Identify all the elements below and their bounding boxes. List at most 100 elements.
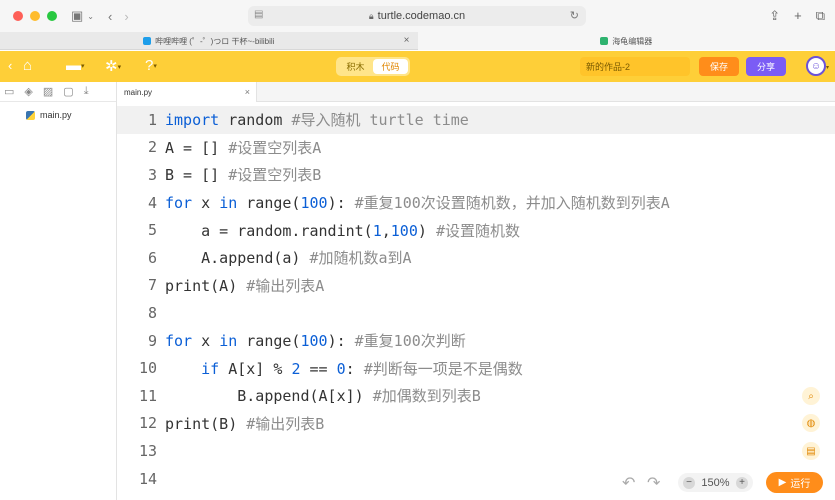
code-line[interactable]: 6 A.append(a) #加随机数a到A: [117, 244, 835, 272]
code-token: if: [201, 359, 220, 378]
palette-icon[interactable]: ◍: [802, 414, 820, 432]
code-line[interactable]: 8: [117, 299, 835, 327]
code-token: 1: [372, 221, 382, 240]
new-tab-icon[interactable]: +: [794, 8, 802, 24]
app-header: ‹ ⌂ ▬▾ ✲▾ ?▾ 积木 代码 新的作品-2 保存 分享 ☺ ▾: [0, 51, 835, 82]
code-text: A.append(a) #加随机数a到A: [165, 247, 412, 268]
line-number: 7: [147, 276, 157, 295]
line-number: 10: [138, 359, 157, 378]
redo-icon[interactable]: ↷: [647, 473, 660, 493]
file-name: main.py: [40, 110, 72, 120]
code-line[interactable]: 1 import random #导入随机 turtle time: [117, 106, 835, 134]
avatar[interactable]: ☺: [806, 56, 826, 76]
file-sidebar: ▭ ◈ ▨ ▢ ⤓ main.py: [0, 82, 117, 500]
browser-tab-bilibili[interactable]: 哔哩哔哩 (゜-゜)つロ 干杯~-bilibili ×: [0, 32, 418, 50]
reload-icon[interactable]: ↻: [570, 9, 579, 22]
save-button[interactable]: 保存: [699, 57, 739, 76]
code-line[interactable]: 7 print(A) #输出列表A: [117, 272, 835, 300]
browser-right-tools: ⇪ + ⧉: [769, 8, 825, 24]
search-icon[interactable]: ⌕: [802, 387, 820, 405]
line-number: 14: [138, 469, 157, 488]
image-asset-icon[interactable]: ▨: [43, 85, 53, 98]
close-window-button[interactable]: [13, 11, 23, 21]
file-item-main-py[interactable]: main.py: [0, 110, 116, 120]
line-number: 4: [147, 193, 157, 212]
folder-icon[interactable]: ▬▾: [66, 57, 85, 74]
code-line[interactable]: 9 for x in range(100): #重复100次判断: [117, 327, 835, 355]
browser-tabbar: 哔哩哔哩 (゜-゜)つロ 干杯~-bilibili × 海龟编辑器: [0, 32, 835, 50]
zoom-control: − 150% +: [678, 473, 753, 492]
run-button[interactable]: ▶ 运行: [766, 472, 823, 493]
editor-tab-label: main.py: [124, 87, 153, 97]
zoom-in-button[interactable]: +: [735, 476, 748, 489]
play-icon: ▶: [778, 477, 787, 488]
code-line[interactable]: 4 for x in range(100): #重复100次设置随机数，并加入随机…: [117, 189, 835, 217]
code-line[interactable]: 11 B.append(A[x]) #加偶数到列表B: [117, 382, 835, 410]
forward-arrow-icon[interactable]: ›: [124, 9, 128, 24]
code-token: #加随机数a到A: [309, 249, 412, 268]
share-icon[interactable]: ⇪: [769, 8, 780, 24]
code-token: A.append(a): [165, 249, 310, 268]
home-icon[interactable]: ⌂: [23, 57, 32, 74]
code-token: #导入随机 turtle time: [291, 111, 469, 130]
code-token: #输出列表B: [246, 414, 325, 433]
reader-icon[interactable]: ▤: [254, 9, 263, 20]
tab-title: 哔哩哔哩 (゜-゜)つロ 干杯~-bilibili: [155, 36, 275, 46]
code-line[interactable]: 3 B = [] #设置空列表B: [117, 161, 835, 189]
tab-blocks[interactable]: 积木: [338, 59, 373, 74]
sidebar-toggle-icon[interactable]: ▣: [71, 8, 83, 24]
zoom-out-button[interactable]: −: [683, 476, 695, 489]
line-number: 8: [147, 303, 157, 322]
code-line[interactable]: 12 print(B) #输出列表B: [117, 410, 835, 438]
code-line[interactable]: 2 A = [] #设置空列表A: [117, 134, 835, 162]
code-token: 100: [300, 332, 328, 351]
code-editor[interactable]: 1 import random #导入随机 turtle time 2 A = [] …: [117, 106, 835, 492]
new-python-file-icon[interactable]: ◈: [24, 85, 32, 98]
code-token: ):: [327, 194, 355, 213]
zoom-window-button[interactable]: [47, 11, 57, 21]
line-number: 3: [147, 165, 157, 184]
tab-overview-icon[interactable]: ⧉: [816, 8, 825, 24]
lock-icon: 🔒︎: [368, 10, 374, 21]
console-icon[interactable]: ▤: [802, 442, 820, 460]
run-label: 运行: [790, 479, 811, 490]
collapse-panel-icon[interactable]: ▭: [4, 85, 14, 98]
code-line[interactable]: 5 a = random.randint(1,100) #设置随机数: [117, 216, 835, 244]
sidebar-toolbar: ▭ ◈ ▨ ▢ ⤓: [0, 82, 116, 102]
code-line[interactable]: 13: [117, 437, 835, 465]
zoom-level: 150%: [701, 476, 730, 489]
chevron-down-icon[interactable]: ▾: [826, 64, 829, 71]
back-arrow-icon[interactable]: ‹: [108, 9, 112, 24]
new-folder-icon[interactable]: ▢: [63, 85, 73, 98]
line-number: 5: [147, 221, 157, 240]
line-number: 9: [147, 331, 157, 350]
minimize-window-button[interactable]: [30, 11, 40, 21]
close-tab-icon[interactable]: ×: [404, 35, 410, 46]
editor-tab-main-py[interactable]: main.py ×: [117, 82, 257, 102]
code-text: for x in range(100): #重复100次设置随机数，并加入随机数…: [165, 192, 670, 213]
address-bar[interactable]: ▤ 🔒︎ turtle.codemao.cn ↻: [248, 6, 586, 26]
window-controls: [13, 11, 57, 21]
code-token: A[x] %: [219, 359, 292, 378]
code-token: random: [219, 111, 292, 130]
code-text: import random #导入随机 turtle time: [165, 109, 469, 130]
share-button[interactable]: 分享: [746, 57, 786, 76]
browser-tab-turtle[interactable]: 海龟编辑器: [417, 32, 835, 50]
undo-icon[interactable]: ↶: [622, 473, 635, 493]
code-line[interactable]: 10 if A[x] % 2 == 0: #判断每一项是不是偶数: [117, 354, 835, 382]
code-text: B.append(A[x]) #加偶数到列表B: [165, 385, 481, 406]
code-token: a = random.randint(: [165, 221, 373, 240]
tab-code[interactable]: 代码: [373, 59, 408, 74]
code-token: in: [219, 194, 238, 213]
back-chevron-icon[interactable]: ‹: [8, 58, 12, 73]
line-number: 12: [138, 414, 157, 433]
download-icon[interactable]: ⤓: [84, 85, 89, 98]
project-name-input[interactable]: 新的作品-2: [580, 57, 690, 76]
gear-icon[interactable]: ✲▾: [105, 57, 121, 75]
code-token: #加偶数到列表B: [372, 387, 481, 406]
help-icon[interactable]: ?▾: [145, 57, 157, 74]
code-token: :: [345, 359, 364, 378]
code-token: 100: [300, 194, 328, 213]
close-icon[interactable]: ×: [245, 87, 250, 97]
chevron-down-icon[interactable]: ⌄: [87, 12, 94, 21]
